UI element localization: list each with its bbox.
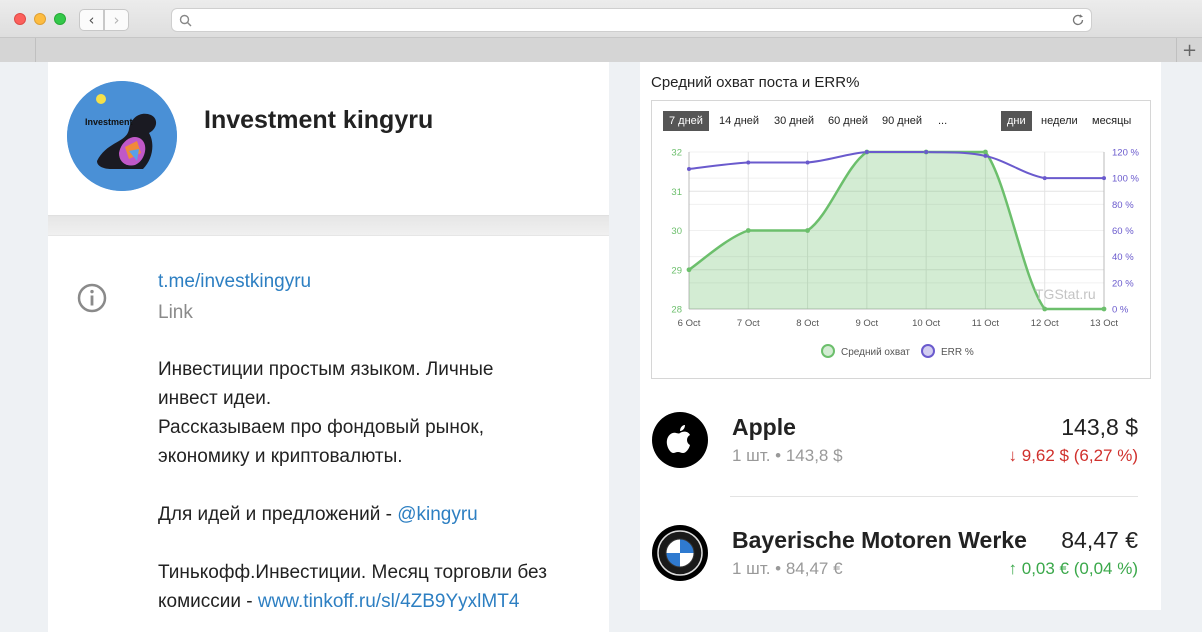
stock-price: 84,47 € (1049, 527, 1138, 554)
stock-row-bmw[interactable]: Bayerische Motoren Werke 1 шт. • 84,47 €… (640, 510, 1161, 610)
x-tick-label: 11 Oct (972, 318, 1000, 329)
desc-line: Рассказываем про фондовый рынок, (158, 417, 484, 438)
stock-change: ↑ 0,03 € (0,04 %) (1009, 559, 1138, 579)
stock-name: Bayerische Motoren Werke (732, 527, 1027, 553)
y-right-tick-label: 120 % (1112, 148, 1139, 159)
x-tick-label: 7 Oct (737, 318, 760, 329)
reach-point (745, 228, 751, 233)
x-tick-label: 10 Oct (912, 318, 940, 329)
stock-change-value: 0,03 € (0,04 %) (1021, 559, 1138, 578)
header-divider (48, 216, 609, 236)
y-right-tick-label: 60 % (1112, 226, 1134, 237)
tab-area (0, 38, 36, 62)
y-left-tick-label: 32 (671, 148, 682, 159)
desc-line: Для идей и предложений - @kingyru (158, 500, 598, 529)
tab-strip: + (0, 38, 1202, 62)
y-right-tick-label: 40 % (1112, 252, 1134, 263)
err-point (746, 160, 751, 165)
y-left-tick-label: 30 (671, 226, 682, 237)
arrow-down-icon: ↓ (1008, 446, 1018, 465)
arrow-up-icon: ↑ (1008, 559, 1018, 578)
channel-card: Investment Investment kingyru t.me/inves… (48, 62, 609, 632)
legend-err-marker (921, 344, 935, 358)
desc-line: комиссии - www.tinkoff.ru/sl/4ZB9YyxlMT4 (158, 587, 598, 616)
x-tick-label: 13 Oct (1090, 318, 1118, 329)
legend-err-label: ERR % (941, 347, 974, 358)
reach-point (1101, 306, 1107, 312)
x-tick-label: 12 Oct (1031, 318, 1059, 329)
chart-watermark: TGStat.ru (1035, 286, 1096, 302)
legend-reach-marker (821, 344, 835, 358)
forward-button[interactable]: › (104, 9, 129, 31)
stock-name: Apple (732, 414, 796, 440)
err-point (1102, 176, 1106, 181)
err-point (924, 150, 929, 154)
ideas-link[interactable]: @kingyru (397, 504, 478, 525)
reach-point (1042, 306, 1048, 312)
tinkoff-link[interactable]: www.tinkoff.ru/sl/4ZB9YyxlMT4 (258, 591, 520, 612)
y-left-tick-label: 29 (671, 265, 682, 276)
reach-err-chart: 28 29 30 31 32 0 % 20 % 40 % 60 % 80 % 100 % 120 % 6… (671, 148, 1139, 358)
y-left-tick-label: 31 (671, 187, 682, 198)
zoom-window-button[interactable] (54, 13, 66, 25)
new-tab-button[interactable]: + (1176, 38, 1202, 62)
search-icon (179, 14, 192, 27)
err-point (864, 150, 869, 154)
stock-change: ↓ 9,62 $ (6,27 %) (1009, 446, 1138, 466)
reach-point (686, 267, 692, 273)
desc-line: экономику и криптовалюты. (158, 446, 403, 467)
stock-quantity: 1 шт. • 143,8 $ (732, 446, 843, 465)
err-point (687, 167, 691, 172)
reach-point (983, 149, 988, 155)
channel-description: Инвестиции простым языком. Личные инвест… (158, 355, 598, 616)
back-button[interactable]: ‹ (79, 9, 104, 31)
stock-price: 143,8 $ (1049, 414, 1138, 441)
stock-divider (730, 496, 1138, 497)
stock-quantity: 1 шт. • 84,47 € (732, 559, 843, 578)
y-right-tick-label: 80 % (1112, 200, 1134, 211)
avatar-text: Investment (85, 117, 133, 127)
legend-reach-label: Средний охват (841, 347, 910, 358)
address-bar[interactable] (171, 8, 1092, 32)
bmw-icon (652, 525, 708, 581)
x-tick-label: 9 Oct (856, 318, 879, 329)
reload-icon[interactable] (1071, 13, 1085, 27)
link-label: Link (158, 302, 193, 323)
y-right-tick-label: 0 % (1112, 305, 1129, 316)
stock-change-value: 9,62 $ (6,27 %) (1021, 446, 1138, 465)
err-point (805, 160, 810, 165)
minimize-window-button[interactable] (34, 13, 46, 25)
stats-card: Средний охват поста и ERR% 7 дней 14 дне… (640, 62, 1161, 610)
channel-header: Investment Investment kingyru (48, 62, 609, 216)
y-right-tick-label: 100 % (1112, 174, 1139, 185)
reach-point (805, 228, 810, 233)
tinkoff-text: комиссии - (158, 591, 258, 612)
chart-box: 7 дней 14 дней 30 дней 60 дней 90 дней .… (651, 100, 1151, 379)
desc-line: Тинькофф.Инвестиции. Месяц торговли без (158, 562, 547, 583)
close-window-button[interactable] (14, 13, 26, 25)
avatar: Investment (67, 81, 177, 191)
apple-icon (652, 412, 708, 468)
browser-chrome: ‹ › + (0, 0, 1202, 62)
x-tick-label: 8 Oct (796, 318, 819, 329)
channel-name: Investment kingyru (204, 106, 434, 134)
desc-line: Инвестиции простым языком. Личные (158, 359, 494, 380)
y-right-tick-label: 20 % (1112, 278, 1134, 289)
err-point (983, 153, 988, 158)
y-left-tick-label: 28 (671, 305, 682, 316)
channel-link[interactable]: t.me/investkingyru (158, 271, 311, 293)
ideas-text: Для идей и предложений - (158, 504, 398, 525)
info-icon (77, 283, 107, 313)
browser-toolbar: ‹ › (0, 0, 1202, 38)
stock-row-apple[interactable]: Apple 1 шт. • 143,8 $ 143,8 $ ↓ 9,62 $ (… (640, 402, 1161, 502)
chart-title: Средний охват поста и ERR% (651, 74, 860, 91)
x-tick-label: 6 Oct (678, 318, 701, 329)
desc-line: инвест идеи. (158, 388, 272, 409)
err-point (1042, 176, 1047, 181)
channel-logo: Investment (67, 81, 177, 191)
